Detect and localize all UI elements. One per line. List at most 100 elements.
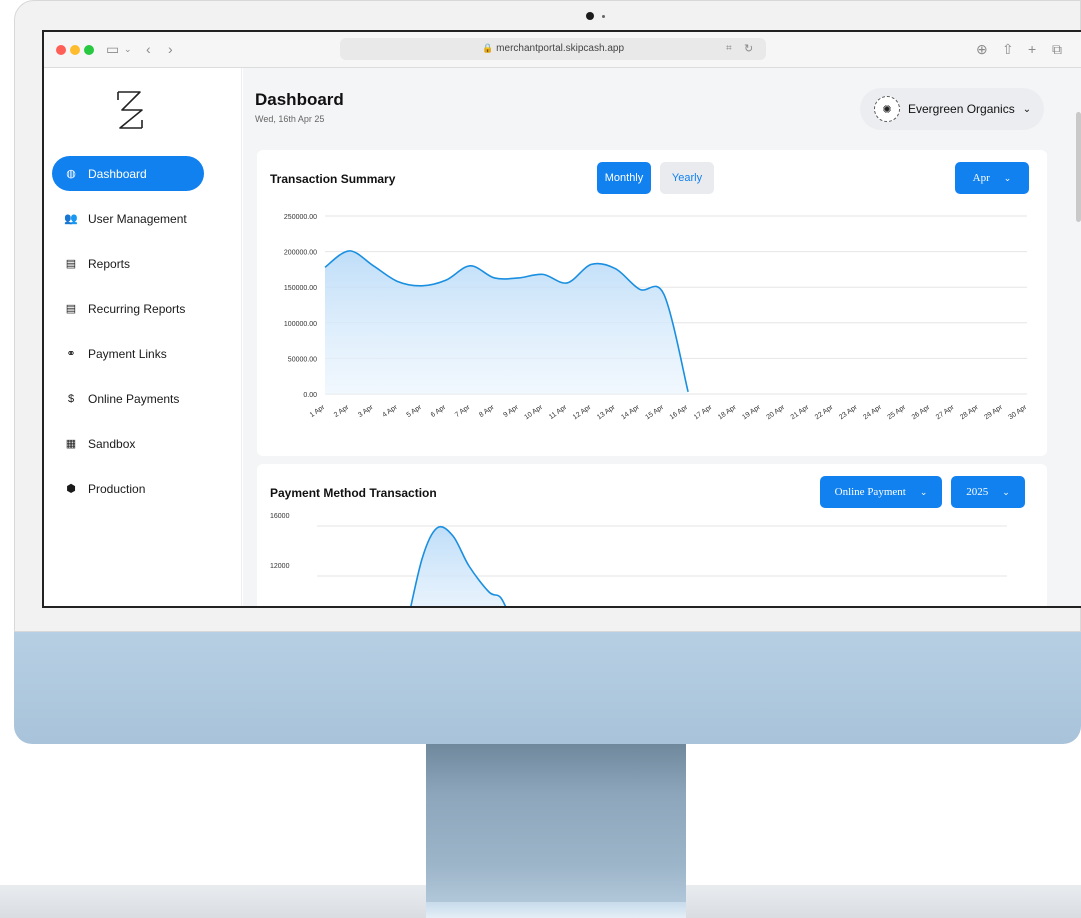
sidebar-item-label: User Management xyxy=(88,211,187,226)
chevron-down-icon: ⌄ xyxy=(1022,103,1032,115)
x-tick-label: 15 Apr xyxy=(644,404,665,422)
x-tick-label: 17 Apr xyxy=(693,404,714,422)
x-tick-label: 8 Apr xyxy=(478,404,496,419)
sidebar-item-label: Dashboard xyxy=(88,166,147,181)
dollar-icon: $ xyxy=(67,392,75,405)
monitor-chin xyxy=(14,630,1081,744)
share-icon[interactable]: ⇧ xyxy=(1002,40,1014,58)
forward-icon[interactable]: › xyxy=(168,40,173,58)
sidebar-item-label: Reports xyxy=(88,256,131,271)
reload-icon[interactable]: ↻ xyxy=(744,40,753,58)
screen: ▭ ⌄ ‹ › ☰ 🔒merchantportal.skipcash.app ⌗… xyxy=(42,30,1081,608)
translate-icon[interactable]: ⌗ xyxy=(726,40,732,58)
y-tick-label: 150000.00 xyxy=(284,285,317,292)
address-bar[interactable]: 🔒 merchantportal.skipcash.app xyxy=(340,38,766,60)
chevron-down-icon[interactable]: ⌄ xyxy=(124,40,132,58)
monitor-stand-foot xyxy=(426,902,686,918)
payment-method-card: Payment Method Transaction Online Paymen… xyxy=(257,464,1047,606)
x-tick-label: 30 Apr xyxy=(1008,404,1029,422)
device-stage: ▭ ⌄ ‹ › ☰ 🔒merchantportal.skipcash.app ⌗… xyxy=(0,0,1081,918)
page-scrollbar[interactable] xyxy=(1076,112,1081,222)
browser-toolbar: ▭ ⌄ ‹ › ☰ 🔒merchantportal.skipcash.app ⌗… xyxy=(44,32,1081,68)
link-icon: ⚭ xyxy=(66,348,76,360)
sidebar-item-label: Sandbox xyxy=(88,436,136,451)
dashboard-icon: ◍ xyxy=(66,168,76,180)
document-icon: ▤ xyxy=(65,303,77,315)
sidebar-item-user-management[interactable]: 👥 User Management xyxy=(52,201,204,236)
y-tick-label: 250000.00 xyxy=(284,214,317,221)
sidebar-item-sandbox[interactable]: ▦ Sandbox xyxy=(52,426,204,461)
x-tick-label: 12 Apr xyxy=(572,404,593,422)
x-tick-label: 2 Apr xyxy=(333,404,351,419)
monitor-stand xyxy=(426,742,686,918)
new-tab-icon[interactable]: + xyxy=(1028,40,1036,58)
camera-indicator xyxy=(602,15,605,18)
payment-method-chart: 12000 16000 xyxy=(270,513,1007,606)
transaction-summary-card: Transaction Summary Monthly Yearly Apr ⌄… xyxy=(257,150,1047,456)
main-content: Dashboard Wed, 16th Apr 25 ✺ Evergreen O… xyxy=(243,68,1081,606)
zoom-window-button[interactable] xyxy=(84,45,94,55)
back-icon[interactable]: ‹ xyxy=(146,40,151,58)
x-tick-label: 23 Apr xyxy=(838,404,859,422)
sidebar: ◍ Dashboard 👥 User Management ▤ Reports ▤ Recur… xyxy=(44,68,242,606)
skipcash-logo-icon xyxy=(117,91,143,129)
download-icon[interactable]: ⊕ xyxy=(976,40,988,58)
x-tick-label: 22 Apr xyxy=(814,404,835,422)
x-tick-label: 28 Apr xyxy=(959,404,980,422)
x-tick-label: 9 Apr xyxy=(502,404,520,419)
y-tick-label: 100000.00 xyxy=(284,321,317,328)
sidebar-toggle-icon[interactable]: ▭ xyxy=(106,40,119,58)
merchant-logo-icon: ✺ xyxy=(874,96,900,122)
page-title: Dashboard xyxy=(255,90,344,109)
x-tick-label: 5 Apr xyxy=(406,404,424,419)
x-tick-label: 25 Apr xyxy=(887,404,908,422)
users-icon: 👥 xyxy=(64,213,78,225)
sidebar-item-label: Recurring Reports xyxy=(88,301,186,316)
x-tick-label: 7 Apr xyxy=(454,404,472,419)
camera-icon xyxy=(586,12,594,20)
y-tick-label: 0.00 xyxy=(303,392,317,399)
x-tick-label: 21 Apr xyxy=(790,404,811,422)
lock-icon: 🔒 xyxy=(481,43,494,53)
x-tick-label: 19 Apr xyxy=(741,404,762,422)
sidebar-item-recurring-reports[interactable]: ▤ Recurring Reports xyxy=(52,291,204,326)
sidebar-item-label: Production xyxy=(88,481,146,496)
sandbox-icon: ▦ xyxy=(65,438,77,450)
sidebar-item-label: Online Payments xyxy=(88,391,180,406)
tab-overview-icon[interactable]: ⧉ xyxy=(1052,40,1062,58)
sidebar-item-label: Payment Links xyxy=(88,346,167,361)
x-tick-label: 13 Apr xyxy=(596,404,617,422)
x-tick-label: 6 Apr xyxy=(430,404,448,419)
x-tick-label: 4 Apr xyxy=(381,404,399,419)
sidebar-item-reports[interactable]: ▤ Reports xyxy=(52,246,204,281)
x-tick-label: 18 Apr xyxy=(717,404,738,422)
x-tick-label: 14 Apr xyxy=(620,404,641,422)
merchant-selector[interactable]: ✺ Evergreen Organics ⌄ xyxy=(860,88,1044,130)
x-tick-label: 29 Apr xyxy=(983,404,1004,422)
document-icon: ▤ xyxy=(65,258,77,270)
x-tick-label: 11 Apr xyxy=(548,404,569,421)
sidebar-item-payment-links[interactable]: ⚭ Payment Links xyxy=(52,336,204,371)
x-tick-label: 1 Apr xyxy=(309,404,327,419)
cube-icon: ⬢ xyxy=(66,483,76,495)
url-text: merchantportal.skipcash.app xyxy=(496,43,625,54)
x-tick-label: 27 Apr xyxy=(935,404,956,422)
sidebar-item-online-payments[interactable]: $ Online Payments xyxy=(52,381,204,416)
x-tick-label: 10 Apr xyxy=(523,404,544,422)
x-tick-label: 3 Apr xyxy=(357,404,375,419)
x-tick-label: 24 Apr xyxy=(862,404,883,422)
close-window-button[interactable] xyxy=(56,45,66,55)
series-area xyxy=(325,250,689,394)
y-tick-label: 16000 xyxy=(270,513,290,520)
y-tick-label: 200000.00 xyxy=(284,250,317,257)
sidebar-item-production[interactable]: ⬢ Production xyxy=(52,471,204,506)
sidebar-item-dashboard[interactable]: ◍ Dashboard xyxy=(52,156,204,191)
minimize-window-button[interactable] xyxy=(70,45,80,55)
merchant-name: Evergreen Organics xyxy=(908,102,1015,116)
x-tick-label: 16 Apr xyxy=(669,404,690,422)
x-tick-label: 26 Apr xyxy=(911,404,932,422)
page-date: Wed, 16th Apr 25 xyxy=(255,114,325,124)
transaction-summary-chart: 0.00 50000.00 100000.00 150000.00 200000.00 2… xyxy=(284,214,1029,422)
y-tick-label: 50000.00 xyxy=(288,356,317,363)
x-tick-label: 20 Apr xyxy=(765,404,786,422)
